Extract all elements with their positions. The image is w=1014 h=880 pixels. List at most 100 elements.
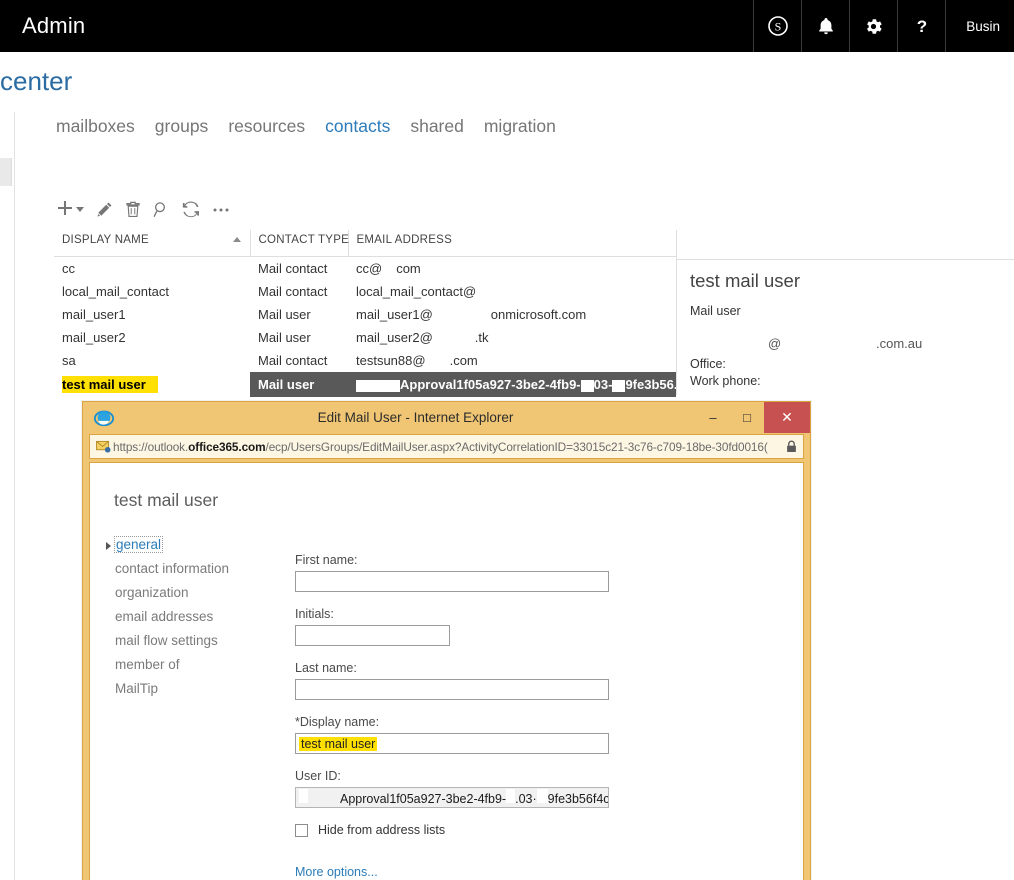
envelope-icon — [93, 440, 113, 453]
tab-mailboxes[interactable]: mailboxes — [56, 116, 135, 137]
detail-recipient-type: Mail user — [690, 304, 741, 318]
chevron-down-icon[interactable] — [76, 206, 84, 212]
detail-display-name: test mail user — [690, 270, 801, 291]
table-row[interactable]: sa Mail contact testsun88@ .com — [54, 349, 676, 372]
last-name-label: Last name: — [295, 661, 357, 675]
cell-contact-type: Mail contact — [258, 284, 328, 299]
detail-email-at: @ — [768, 336, 782, 351]
form-nav-mail-flow-settings[interactable]: mail flow settings — [106, 629, 276, 653]
cell-contact-type: Mail user — [258, 307, 311, 322]
edit-button[interactable] — [96, 201, 113, 218]
suite-bar: Admin S ? Busin — [0, 0, 1014, 52]
column-header-display-name[interactable]: DISPLAY NAME — [54, 230, 251, 257]
url-scheme: https://outlook. — [113, 439, 189, 454]
lock-icon — [783, 440, 799, 453]
column-header-email-address[interactable]: EMAIL ADDRESS — [348, 230, 676, 257]
tab-resources[interactable]: resources — [228, 116, 305, 137]
form-nav-contact-information[interactable]: contact information — [106, 557, 276, 581]
form-nav-member-of[interactable]: member of — [106, 653, 276, 677]
list-detail-divider — [676, 230, 677, 395]
cell-email-address: local_mail_contact@ — [356, 284, 477, 299]
initials-label: Initials: — [295, 607, 334, 621]
detail-email-address: @ .com.au — [690, 336, 1010, 353]
minimize-button[interactable]: – — [696, 402, 730, 433]
user-id-field[interactable]: Approval1f05a927-3be2-4fb9- .03· 9fe3b56f4… — [295, 787, 609, 808]
cell-display-name: mail_user1 — [62, 307, 126, 322]
table-row-selected[interactable]: test mail user Mail user Approval1f05a92… — [54, 372, 676, 397]
skype-icon[interactable]: S — [753, 0, 801, 52]
display-name-field[interactable]: test mail user — [295, 733, 609, 754]
column-header-contact-type[interactable]: CONTACT TYPE — [250, 230, 349, 257]
list-toolbar — [56, 196, 230, 222]
tab-groups[interactable]: groups — [155, 116, 209, 137]
address-bar-url: https://outlook.office365.com/ecp/UsersG… — [113, 440, 783, 454]
suite-title: Admin — [22, 13, 86, 38]
detail-work-phone: Work phone: — [690, 374, 761, 388]
hide-from-address-lists-checkbox[interactable] — [295, 823, 308, 837]
dialog-title-bar[interactable]: Edit Mail User - Internet Explorer – □ ✕ — [83, 402, 810, 433]
cell-display-name: test mail user — [54, 372, 250, 397]
table-row[interactable]: mail_user1 Mail user mail_user1@ onmicros… — [54, 303, 676, 326]
user-id-value: Approval1f05a927-3be2-4fb9- .03· 9fe3b56f4… — [299, 789, 608, 806]
refresh-icon — [182, 201, 200, 217]
display-name-value: test mail user — [299, 736, 378, 751]
left-rail-divider — [14, 112, 15, 880]
cell-contact-type: Mail contact — [258, 261, 328, 276]
cell-display-name: sa — [62, 353, 76, 368]
internet-explorer-icon[interactable] — [91, 408, 117, 428]
refresh-button[interactable] — [182, 201, 200, 218]
cell-display-name: cc — [62, 261, 75, 276]
form-nav-label: general — [113, 536, 164, 553]
delete-button[interactable] — [125, 201, 141, 218]
initials-field[interactable] — [295, 625, 450, 646]
tab-contacts[interactable]: contacts — [325, 116, 390, 137]
cell-email-address: testsun88@ .com — [356, 353, 478, 368]
page-title: center — [0, 66, 73, 96]
form-fields: First name: Initials: Last name: *Displa… — [295, 553, 625, 880]
tab-migration[interactable]: migration — [484, 116, 556, 137]
cell-email-address: mail_user2@ .tk — [356, 330, 489, 345]
dialog-content: test mail user general contact informati… — [89, 462, 804, 880]
more-options-link[interactable]: More options... — [295, 865, 378, 879]
first-name-label: First name: — [295, 553, 358, 567]
gear-icon[interactable] — [849, 0, 897, 52]
sidebar-nub — [0, 158, 12, 186]
detail-office: Office: — [690, 357, 726, 371]
cell-display-name: local_mail_contact — [62, 284, 169, 299]
table-row[interactable]: cc Mail contact cc@ com — [54, 257, 676, 281]
sort-ascending-icon — [232, 237, 241, 242]
user-account-menu[interactable]: Busin — [945, 0, 1014, 52]
cell-contact-type: Mail contact — [258, 353, 328, 368]
cell-email-address: cc@ com — [356, 261, 421, 276]
detail-header-underline — [676, 259, 1014, 260]
form-nav-general[interactable]: general — [106, 533, 276, 557]
form-nav-organization[interactable]: organization — [106, 581, 276, 605]
tab-shared[interactable]: shared — [410, 116, 464, 137]
form-nav-email-addresses[interactable]: email addresses — [106, 605, 276, 629]
maximize-button[interactable]: □ — [730, 402, 764, 433]
url-path: /ecp/UsersGroups/EditMailUser.aspx?Activ… — [265, 439, 768, 454]
cell-display-name: mail_user2 — [62, 330, 126, 345]
edit-mail-user-dialog: Edit Mail User - Internet Explorer – □ ✕… — [82, 401, 811, 880]
table-row[interactable]: mail_user2 Mail user mail_user2@ .tk — [54, 326, 676, 349]
address-bar[interactable]: https://outlook.office365.com/ecp/UsersG… — [89, 434, 804, 459]
cell-email-address: mail_user1@ onmicrosoft.com — [356, 307, 587, 322]
hide-from-address-lists-row[interactable]: Hide from address lists — [295, 823, 625, 837]
more-button[interactable] — [212, 205, 230, 213]
close-button[interactable]: ✕ — [764, 402, 810, 433]
ellipsis-icon — [213, 208, 229, 212]
dialog-window-controls: – □ ✕ — [696, 402, 810, 433]
detail-pane: test mail user Mail user @ .com.au Offic… — [690, 270, 1010, 390]
table-row[interactable]: local_mail_contact Mail contact local_ma… — [54, 280, 676, 303]
bell-icon[interactable] — [801, 0, 849, 52]
form-nav-mailtip[interactable]: MailTip — [106, 677, 276, 701]
user-id-label: User ID: — [295, 769, 341, 783]
hide-from-address-lists-label: Hide from address lists — [318, 823, 446, 837]
search-button[interactable] — [153, 201, 170, 218]
highlighted-display-name: test mail user — [62, 376, 158, 393]
add-button[interactable] — [56, 200, 84, 218]
tab-strip: mailboxes groups resources contacts shar… — [56, 116, 556, 137]
last-name-field[interactable] — [295, 679, 609, 700]
help-icon[interactable]: ? — [897, 0, 945, 52]
first-name-field[interactable] — [295, 571, 609, 592]
